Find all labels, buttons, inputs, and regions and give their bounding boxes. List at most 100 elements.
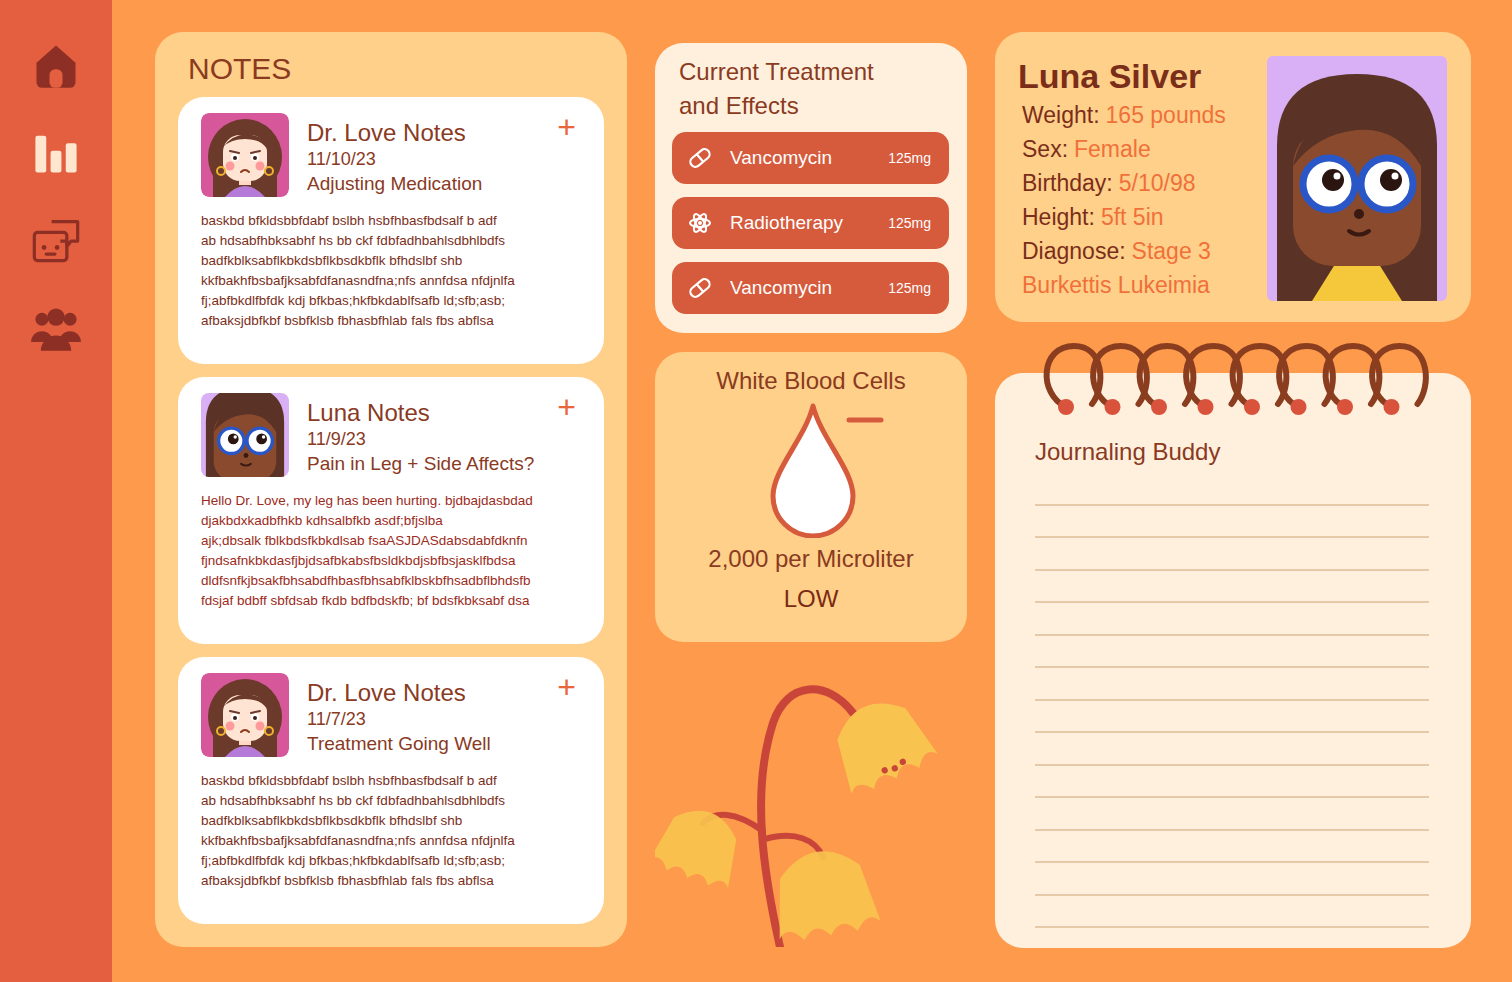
pill-icon: [686, 144, 714, 172]
journal-line: [1035, 506, 1429, 539]
journal-line: [1035, 701, 1429, 734]
field-label: Diagnose:: [1022, 238, 1126, 264]
sidebar-item[interactable]: [30, 215, 82, 267]
wbc-reading: 2,000 per Microliter: [708, 544, 913, 574]
journal-line: [1035, 636, 1429, 669]
add-note-button[interactable]: +: [557, 393, 592, 421]
team-icon: [30, 303, 82, 355]
blood-drop-icon: [763, 398, 903, 538]
field-label: Height:: [1022, 204, 1095, 230]
dashboard: NOTESDr. Love Notes11/10/23Adjusting Med…: [112, 0, 1512, 982]
note-date: 11/9/23: [307, 427, 539, 451]
sidebar-item[interactable]: [30, 127, 82, 179]
profile-field: Height:5ft 5in: [1018, 200, 1257, 234]
journal-line: [1035, 538, 1429, 571]
add-note-button[interactable]: +: [557, 113, 592, 141]
middle-column: Current Treatment and Effects Vancomycin 1…: [655, 32, 967, 947]
note-author: Dr. Love Notes: [307, 679, 539, 707]
note-header: Dr. Love Notes11/7/23Treatment Going Wel…: [201, 673, 592, 757]
profile-card: Luna SilverWeight:165 poundsSex:FemaleBi…: [995, 32, 1471, 322]
note-line: fjndsafnkbkdasfjbjdsafbkabsfbsldkbdjsbfb…: [201, 551, 592, 571]
field-value: 165 pounds: [1106, 102, 1226, 128]
sidebar: [0, 0, 112, 982]
journal-card[interactable]: Journaling Buddy: [995, 373, 1471, 948]
note-line: badfkblksabflkbkdsbflkbsdkbflk bfhdslbf …: [201, 811, 592, 831]
note-line: afbaksjdbfkbf bsbfklsb fbhasbfhlab fals …: [201, 311, 592, 331]
field-value: Female: [1074, 136, 1151, 162]
journal-line: [1035, 896, 1429, 929]
note-date: 11/10/23: [307, 147, 539, 171]
pill-icon: [686, 274, 714, 302]
spiral-binding-icon: [995, 342, 1471, 422]
treatment-name: Vancomycin: [730, 277, 832, 299]
note-meta: Dr. Love Notes11/7/23Treatment Going Wel…: [307, 673, 539, 757]
white-blood-cells-panel: White Blood Cells 2,000 per Microliter LOW: [655, 352, 967, 642]
note-header: Luna Notes11/9/23Pain in Leg + Side Affe…: [201, 393, 592, 477]
field-label: Sex:: [1022, 136, 1068, 162]
bar-chart-icon: [30, 127, 82, 179]
wbc-status: LOW: [784, 584, 839, 614]
note-card[interactable]: Luna Notes11/9/23Pain in Leg + Side Affe…: [178, 377, 604, 644]
note-author: Dr. Love Notes: [307, 119, 539, 147]
profile-field: Birthday:5/10/98: [1018, 166, 1257, 200]
journal-line: [1035, 668, 1429, 701]
doctor-avatar-icon: [201, 113, 289, 197]
note-body: baskbd bfkldsbbfdabf bslbh hsbfhbasfbdsa…: [201, 771, 592, 891]
field-value: 5/10/98: [1119, 170, 1196, 196]
treatment-list: Vancomycin125mgRadiotherapy125mgVancomyc…: [672, 132, 949, 314]
treatment-dose: 125mg: [888, 150, 931, 166]
sidebar-item[interactable]: [30, 303, 82, 355]
treatment-item[interactable]: Radiotherapy125mg: [672, 197, 949, 249]
journal-line: [1035, 733, 1429, 766]
note-line: baskbd bfkldsbbfdabf bslbh hsbfhbasfbdsa…: [201, 211, 592, 231]
add-note-button[interactable]: +: [557, 673, 592, 701]
journal-line: [1035, 798, 1429, 831]
journal-line: [1035, 831, 1429, 864]
treatment-title: Current Treatment and Effects: [679, 55, 919, 123]
treatment-item[interactable]: Vancomycin125mg: [672, 132, 949, 184]
note-line: baskbd bfkldsbbfdabf bslbh hsbfhbasfbdsa…: [201, 771, 592, 791]
journal-lines[interactable]: [1035, 473, 1429, 928]
note-card[interactable]: Dr. Love Notes11/7/23Treatment Going Wel…: [178, 657, 604, 924]
journal-line: [1035, 863, 1429, 896]
note-line: fj;abfbkdlfbfdk kdj bfkbas;hkfbkdablfsaf…: [201, 851, 592, 871]
note-header: Dr. Love Notes11/10/23Adjusting Medicati…: [201, 113, 592, 197]
note-subject: Treatment Going Well: [307, 731, 539, 757]
profile-field: Weight:165 pounds: [1018, 98, 1257, 132]
treatment-item[interactable]: Vancomycin 125mg: [672, 262, 949, 314]
wbc-title: White Blood Cells: [716, 366, 905, 396]
note-line: dldfsnfkjbsakfbhsabdfhbasfbhsabfklbskbfh…: [201, 571, 592, 591]
profile-info: Luna SilverWeight:165 poundsSex:FemaleBi…: [1018, 56, 1257, 302]
flower-decoration: [655, 661, 967, 947]
atom-icon: [686, 209, 714, 237]
field-value: 5ft 5in: [1101, 204, 1164, 230]
treatment-dose: 125mg: [888, 280, 931, 296]
profile-field: Diagnose:Stage 3 Burkettis Lukeimia: [1018, 234, 1257, 302]
doctor-avatar-icon: [201, 673, 289, 757]
chat-icon: [30, 215, 82, 267]
note-line: ab hdsabfhbksabhf hs bb ckf fdbfadhbahls…: [201, 231, 592, 251]
note-meta: Dr. Love Notes11/10/23Adjusting Medicati…: [307, 113, 539, 197]
note-line: kkfbakhfbsbafjksabfdfanasndfna;nfs annfd…: [201, 271, 592, 291]
journal-line: [1035, 473, 1429, 506]
right-column: Luna SilverWeight:165 poundsSex:FemaleBi…: [995, 32, 1471, 947]
note-line: ajk;dbsalk fblkbdsfkbkdlsab fsaASJDASdab…: [201, 531, 592, 551]
field-label: Birthday:: [1022, 170, 1113, 196]
treatment-panel: Current Treatment and Effects Vancomycin 1…: [655, 43, 967, 333]
note-line: djakbdxkadbfhkb kdhsalbfkb asdf;bfjslba: [201, 511, 592, 531]
note-subject: Pain in Leg + Side Affects?: [307, 451, 539, 477]
journal-title: Journaling Buddy: [1035, 437, 1429, 467]
note-card[interactable]: Dr. Love Notes11/10/23Adjusting Medicati…: [178, 97, 604, 364]
profile-field: Sex:Female: [1018, 132, 1257, 166]
treatment-name: Radiotherapy: [730, 212, 843, 234]
note-date: 11/7/23: [307, 707, 539, 731]
flower-icon: [655, 661, 967, 947]
sidebar-item[interactable]: [30, 39, 82, 91]
note-line: kkfbakhfbsbafjksabfdfanasndfna;nfs annfd…: [201, 831, 592, 851]
low-indicator: [849, 418, 881, 423]
note-body: baskbd bfkldsbbfdabf bslbh hsbfhbasfbdsa…: [201, 211, 592, 331]
note-subject: Adjusting Medication: [307, 171, 539, 197]
home-icon: [30, 39, 82, 91]
field-label: Weight:: [1022, 102, 1100, 128]
notes-title: NOTES: [188, 50, 604, 88]
